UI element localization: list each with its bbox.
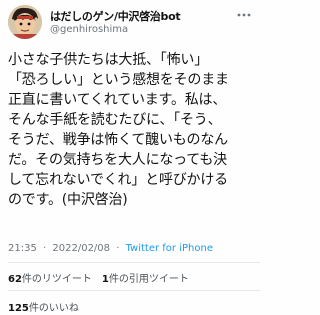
tweet-text-line: 正直に書いてくれています。私は、: [8, 92, 227, 108]
meta-separator: ·: [116, 243, 120, 254]
tweet-card: はだしのゲン/中沢啓治bot @genhiroshima 小さな子供たちは大抵、…: [0, 0, 260, 315]
avatar-image: [8, 5, 42, 39]
tweet-time[interactable]: 21:35: [8, 243, 37, 254]
tweet-text-line: 「恐ろしい」という感想をそのまま: [8, 72, 229, 88]
quotes-label: 件の引用ツイート: [108, 274, 189, 285]
user-handle[interactable]: @genhiroshima: [50, 24, 128, 35]
likes-label: 件のいいね: [28, 303, 79, 314]
tweet-text-line: そうだ、戦争は怖くて醜いものなん: [8, 132, 228, 148]
tweet-date[interactable]: 2022/02/08: [52, 243, 110, 254]
tweet-source-app[interactable]: Twitter for iPhone: [126, 243, 213, 254]
tweet-header: はだしのゲン/中沢啓治bot @genhiroshima: [8, 5, 252, 41]
tweet-text-line: のです。(中沢啓治): [8, 192, 128, 208]
tweet-text: 小さな子供たちは大抵、「怖い」 「恐ろしい」という感想をそのまま 正直に書いてく…: [8, 50, 258, 210]
tweet-text-line: だ。その気持ちを大人になっても決: [8, 152, 227, 168]
retweets-count: 62: [8, 274, 22, 285]
quotes-link[interactable]: 1件の引用ツイート: [102, 274, 189, 285]
quotes-count: 1: [101, 274, 109, 285]
tweet-meta: 21:35 · 2022/02/08 · Twitter for iPhone: [8, 243, 213, 254]
retweet-stats: 62件のリツイート 1件の引用ツイート: [8, 270, 189, 285]
meta-separator: ·: [43, 243, 47, 254]
retweets-link[interactable]: 62件のリツイート: [8, 274, 92, 285]
likes-link[interactable]: 125件のいいね: [8, 303, 79, 314]
display-name[interactable]: はだしのゲン/中沢啓治bot: [50, 8, 181, 24]
tweet-text-line: そんな手紙を読むたびに、「そう、: [8, 112, 222, 128]
more-icon[interactable]: [236, 7, 252, 21]
avatar[interactable]: [8, 5, 42, 39]
tweet-text-line: 小さな子供たちは大抵、「怖い」: [8, 52, 208, 68]
retweets-label: 件のリツイート: [21, 274, 92, 285]
tweet-text-line: して忘れないでくれ」と呼びかける: [8, 172, 228, 188]
likes-count: 125: [8, 303, 29, 314]
likes-stats: 125件のいいね: [8, 299, 79, 314]
divider: [8, 262, 260, 263]
divider: [8, 290, 260, 291]
